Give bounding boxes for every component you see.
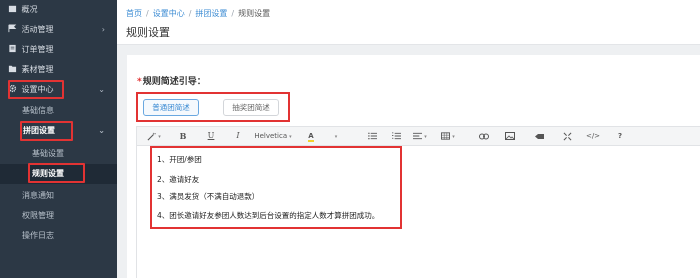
- help-button[interactable]: ?: [613, 127, 627, 145]
- chevron-right-icon: ›: [101, 25, 105, 34]
- sidebar-item-label: 操作日志: [22, 231, 54, 240]
- sidebar-item-basic-settings[interactable]: 基础设置: [0, 144, 117, 164]
- sidebar-item-label: 订单管理: [21, 45, 54, 54]
- sidebar-item-label: 消息通知: [22, 191, 54, 200]
- page-header: 首页 / 设置中心 / 拼团设置 / 规则设置 规则设置: [117, 0, 700, 45]
- sidebar-item-label: 基础设置: [32, 149, 64, 158]
- breadcrumb-group-buy-settings[interactable]: 拼团设置: [195, 9, 227, 18]
- sidebar-item-permissions[interactable]: 权限管理: [0, 206, 117, 226]
- sidebar-item-label: 基础信息: [22, 106, 54, 115]
- table-icon[interactable]: ▾: [439, 127, 457, 145]
- settings-card: *规则简述引导： 普通团简述 抽奖团简述 ▾ B U I Helvetica ▾ …: [127, 55, 700, 278]
- image-icon[interactable]: [503, 127, 517, 145]
- code-view-button[interactable]: </>: [585, 127, 601, 145]
- sidebar-item-operation-log[interactable]: 操作日志: [0, 226, 117, 246]
- sidebar-item-activities[interactable]: 活动管理 ›: [0, 20, 117, 40]
- sidebar-item-label: 权限管理: [22, 211, 54, 220]
- sidebar: 概况 活动管理 › 订单管理 素材管理 设置中心 ⌄ 基础信息 拼团设置 ⌄ 基…: [0, 0, 117, 278]
- sidebar-item-label: 素材管理: [21, 65, 54, 74]
- eraser-icon[interactable]: [533, 127, 547, 145]
- editor-toolbar: ▾ B U I Helvetica ▾ A ▾ ▾ ▾ </> ?: [136, 126, 700, 146]
- sidebar-item-notifications[interactable]: 消息通知: [0, 186, 117, 206]
- editor-line: 4、团长邀请好友参团人数达到后台设置的指定人数才算拼团成功。: [157, 211, 380, 220]
- sidebar-item-basic-info[interactable]: 基础信息: [0, 101, 117, 121]
- editor-line: 1、开团/参团: [157, 155, 202, 164]
- ordered-list-icon[interactable]: [389, 127, 403, 145]
- breadcrumb-settings-center[interactable]: 设置中心: [153, 9, 185, 18]
- breadcrumb-home[interactable]: 首页: [126, 9, 142, 18]
- main-content: 首页 / 设置中心 / 拼团设置 / 规则设置 规则设置 *规则简述引导： 普通团简述 抽奖…: [117, 0, 700, 278]
- tab-lottery-group[interactable]: 抽奖团简述: [223, 99, 279, 116]
- home-icon: [8, 4, 17, 13]
- editor-line: 2、邀请好友: [157, 175, 200, 184]
- underline-button[interactable]: U: [204, 127, 218, 145]
- align-icon[interactable]: ▾: [411, 127, 429, 145]
- breadcrumb-separator: /: [146, 9, 149, 18]
- document-icon: [8, 44, 17, 53]
- font-color-button[interactable]: A: [304, 127, 318, 145]
- highlight-box: [28, 163, 85, 183]
- chevron-down-icon: ⌄: [98, 126, 105, 135]
- fullscreen-icon[interactable]: [560, 127, 574, 145]
- breadcrumb-current: 规则设置: [238, 9, 271, 18]
- breadcrumb-separator: /: [188, 9, 192, 18]
- folder-icon: [8, 64, 17, 73]
- flag-icon: [8, 24, 17, 33]
- link-icon[interactable]: [477, 127, 491, 145]
- sidebar-item-orders[interactable]: 订单管理: [0, 40, 117, 60]
- sidebar-item-label: 活动管理: [21, 25, 54, 34]
- font-color-dropdown[interactable]: ▾: [329, 127, 341, 145]
- required-mark: *: [137, 77, 142, 87]
- sidebar-item-label: 概况: [21, 5, 38, 14]
- highlight-box: 1、开团/参团 2、邀请好友 3、满员发货（不满自动退款） 4、团长邀请好友参团…: [150, 146, 402, 229]
- breadcrumb: 首页 / 设置中心 / 拼团设置 / 规则设置: [126, 8, 270, 19]
- sidebar-item-materials[interactable]: 素材管理: [0, 60, 117, 80]
- highlight-box: [20, 121, 73, 141]
- editor-line: 3、满员发货（不满自动退款）: [157, 192, 260, 201]
- rule-guide-label-text: 规则简述引导：: [142, 77, 206, 87]
- rule-guide-label: *规则简述引导：: [137, 74, 206, 87]
- page-title: 规则设置: [126, 26, 170, 39]
- unordered-list-icon[interactable]: [365, 127, 379, 145]
- sidebar-item-overview[interactable]: 概况: [0, 0, 117, 20]
- highlight-box: [8, 80, 64, 99]
- magic-wand-icon[interactable]: ▾: [145, 127, 163, 145]
- italic-button[interactable]: I: [231, 127, 245, 145]
- breadcrumb-separator: /: [231, 9, 235, 18]
- tab-normal-group[interactable]: 普通团简述: [143, 99, 199, 116]
- font-family-select[interactable]: Helvetica ▾: [252, 127, 294, 145]
- chevron-down-icon: ⌄: [98, 85, 105, 94]
- bold-button[interactable]: B: [176, 127, 190, 145]
